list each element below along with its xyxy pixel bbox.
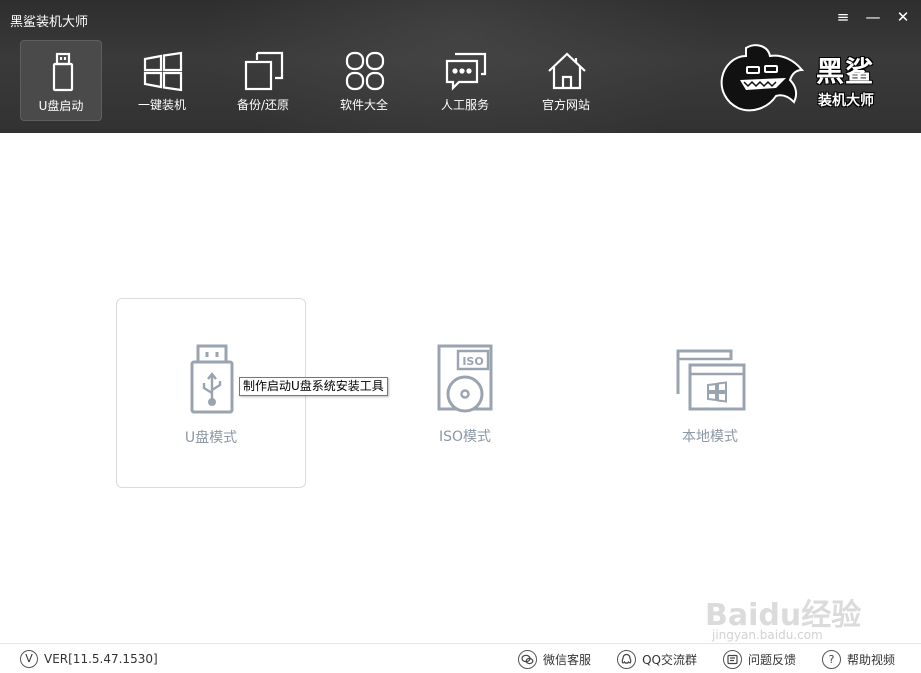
apps-grid-icon: [345, 51, 385, 91]
qq-group-label: QQ交流群: [642, 653, 697, 667]
help-icon: ?: [821, 650, 841, 669]
shark-logo-icon: [720, 44, 805, 112]
app-title: 黑鲨装机大师: [10, 15, 89, 30]
feedback-link[interactable]: 问题反馈: [722, 650, 796, 669]
nav-label: 官方网站: [541, 98, 590, 112]
baidu-watermark-url: jingyan.baidu.com: [712, 628, 823, 642]
brand-logo: 黑鲨 装机大师: [716, 44, 896, 116]
wechat-icon: [518, 650, 538, 669]
iso-mode-card[interactable]: ISO ISO模式: [370, 298, 560, 488]
iso-disc-icon: ISO: [437, 344, 493, 413]
windows-icon: [143, 51, 183, 92]
usb-drive-icon: [190, 344, 234, 414]
feedback-icon: [722, 650, 742, 669]
iso-mode-label: ISO模式: [438, 429, 492, 445]
local-mode-label: 本地模式: [682, 429, 738, 445]
usb-mode-label: U盘模式: [184, 430, 238, 446]
nav-label: 备份/还原: [236, 98, 290, 112]
usb-mode-tooltip: 制作启动U盘系统安装工具: [239, 377, 388, 396]
usb-drive-icon: [52, 52, 74, 92]
version-icon: V: [20, 650, 38, 668]
minimize-icon[interactable]: —: [865, 8, 881, 26]
nav-label: U盘启动: [38, 99, 84, 113]
nav-item-manual-service[interactable]: 人工服务: [424, 40, 506, 121]
help-video-link[interactable]: ? 帮助视频: [821, 650, 895, 669]
local-windows-icon: [676, 349, 746, 411]
nav-item-official-site[interactable]: 官方网站: [525, 40, 607, 121]
main-nav: U盘启动 一键装机 备份/还原 软件大全 人工服务 官方网站: [20, 40, 626, 121]
nav-label: 人工服务: [440, 98, 489, 112]
footer-bar: V VER[11.5.47.1530] 微信客服 QQ交流群 问题反馈 ? 帮助…: [0, 643, 921, 673]
nav-item-backup-restore[interactable]: 备份/还原: [222, 40, 304, 121]
brand-name: 黑鲨: [816, 55, 875, 88]
backup-icon: [244, 51, 284, 91]
nav-item-one-click-install[interactable]: 一键装机: [121, 40, 203, 121]
wechat-service-label: 微信客服: [543, 653, 592, 667]
nav-label: 软件大全: [339, 98, 388, 112]
nav-label: 一键装机: [137, 98, 186, 112]
qq-icon: [617, 650, 637, 669]
brand-subtitle: 装机大师: [818, 93, 874, 109]
version-info: V VER[11.5.47.1530]: [20, 650, 158, 668]
menu-icon[interactable]: ≡: [835, 8, 851, 26]
version-text: VER[11.5.47.1530]: [44, 652, 158, 666]
wechat-service-link[interactable]: 微信客服: [518, 650, 591, 669]
window-controls: ≡ — ✕: [835, 8, 911, 26]
chat-icon: [445, 52, 487, 91]
iso-text: ISO: [462, 355, 483, 368]
header-bar: 黑鲨装机大师 ≡ — ✕ U盘启动 一键装机 备份/还原 软件大全 人工服务 官…: [0, 0, 921, 133]
nav-item-software[interactable]: 软件大全: [323, 40, 405, 121]
qq-group-link[interactable]: QQ交流群: [617, 650, 697, 669]
close-icon[interactable]: ✕: [895, 8, 911, 26]
nav-item-usb-boot[interactable]: U盘启动: [20, 40, 102, 121]
feedback-label: 问题反馈: [747, 653, 796, 667]
footer-links: 微信客服 QQ交流群 问题反馈 ? 帮助视频: [518, 650, 895, 669]
home-icon: [548, 52, 586, 90]
help-video-label: 帮助视频: [846, 653, 895, 667]
local-mode-card[interactable]: 本地模式: [615, 298, 805, 488]
